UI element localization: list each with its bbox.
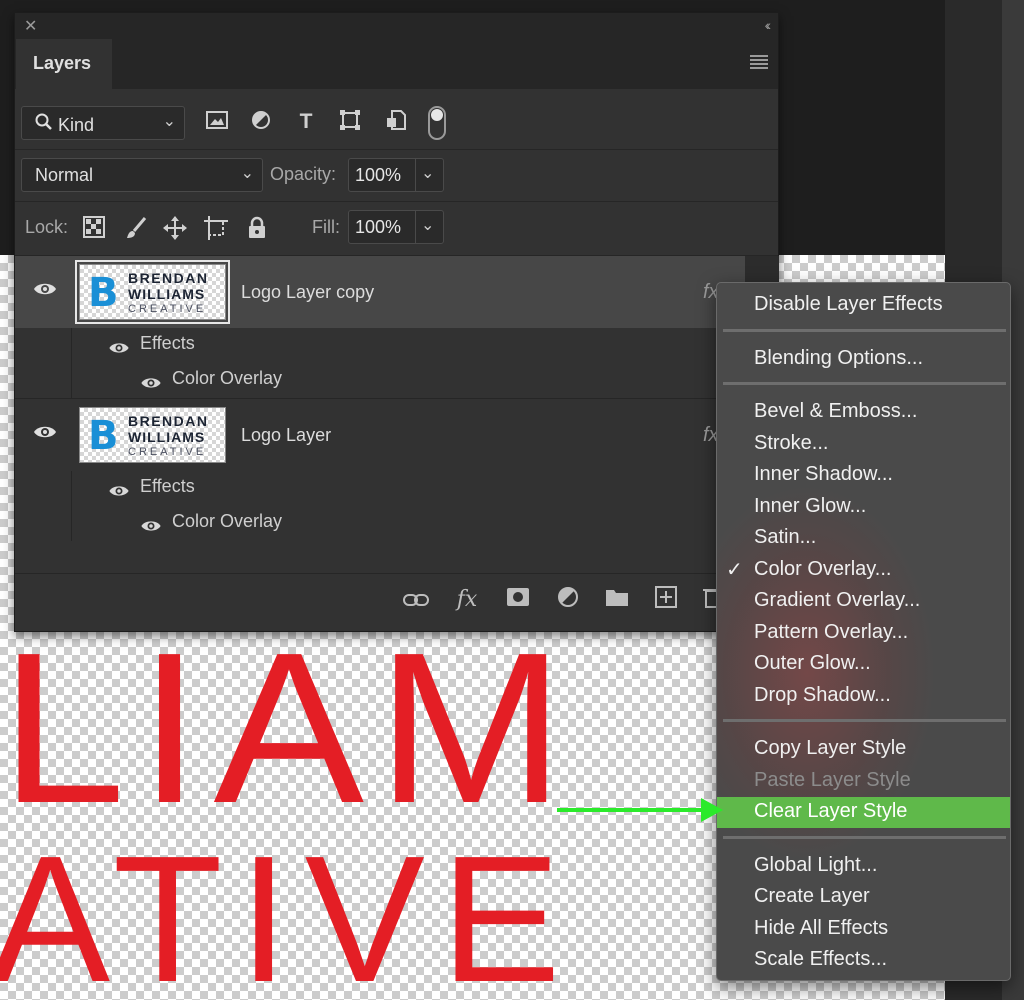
effect-color-overlay[interactable]: Color Overlay	[172, 511, 282, 532]
fill-value: 100%	[355, 217, 402, 237]
menu-separator	[723, 382, 1006, 385]
menu-item-scale-effects[interactable]: Scale Effects...	[717, 945, 1010, 976]
thumb-text-line1: BRENDAN	[128, 270, 209, 286]
layers-panel: ✕ ‹‹ Layers Kind ⌄ T Normal ⌄ Opacity: 1…	[14, 12, 779, 632]
fill-label: Fill:	[312, 217, 340, 237]
search-icon	[35, 113, 53, 136]
filter-toggle-switch[interactable]	[428, 106, 446, 140]
menu-item-stroke[interactable]: Stroke...	[717, 429, 1010, 460]
layers-list: B BRENDAN WILLIAMS CREATIVE Logo Layer c…	[15, 256, 745, 541]
annotation-arrow-head	[701, 798, 723, 822]
shape-filter-icon[interactable]	[337, 109, 363, 135]
smart-object-filter-icon[interactable]	[383, 109, 409, 135]
lock-all-icon[interactable]	[244, 216, 270, 242]
lock-label: Lock:	[25, 217, 69, 237]
opacity-field[interactable]: 100% ⌄	[348, 158, 444, 192]
new-group-folder-icon[interactable]	[603, 586, 631, 614]
effect-color-overlay[interactable]: Color Overlay	[172, 368, 282, 389]
chevron-down-icon: ⌄	[240, 165, 254, 182]
logo-b-icon: B	[88, 413, 119, 459]
collapse-icon[interactable]: ‹‹	[765, 17, 772, 33]
layer-thumbnail[interactable]: B BRENDAN WILLIAMS CREATIVE	[79, 407, 226, 463]
visibility-eye-icon[interactable]	[33, 280, 57, 303]
layer-row-logo-layer[interactable]: B BRENDAN WILLIAMS CREATIVE Logo Layer f…	[15, 399, 745, 471]
blend-mode-select[interactable]: Normal ⌄	[21, 158, 263, 192]
filter-kind-label: Kind	[58, 115, 95, 135]
canvas-text-liam: LIAM	[0, 607, 578, 848]
new-adjustment-layer-icon[interactable]	[554, 586, 582, 614]
menu-item-bevel-emboss[interactable]: Bevel & Emboss...	[717, 397, 1010, 428]
blend-mode-value: Normal	[35, 165, 94, 185]
canvas-text-ative: ATIVE	[0, 819, 577, 1000]
effects-visibility-eye-icon[interactable]	[108, 481, 130, 504]
effects-label[interactable]: Effects	[140, 476, 195, 497]
menu-separator	[723, 719, 1006, 722]
menu-item-inner-glow[interactable]: Inner Glow...	[717, 492, 1010, 523]
menu-item-disable-layer-effects[interactable]: Disable Layer Effects	[717, 290, 1010, 321]
layer-effects-group: Effects Color Overlay	[71, 328, 745, 398]
effects-label[interactable]: Effects	[140, 333, 195, 354]
menu-item-satin[interactable]: Satin...	[717, 523, 1010, 554]
type-filter-icon[interactable]: T	[293, 109, 319, 135]
menu-item-pattern-overlay[interactable]: Pattern Overlay...	[717, 618, 1010, 649]
menu-separator	[723, 328, 1006, 332]
color-overlay-eye-icon[interactable]	[140, 516, 162, 539]
close-icon[interactable]: ✕	[24, 16, 37, 36]
thumb-text-line3: CREATIVE	[128, 446, 207, 458]
annotation-arrow-shaft	[557, 808, 707, 812]
adjustment-filter-icon[interactable]	[248, 109, 274, 135]
menu-item-outer-glow[interactable]: Outer Glow...	[717, 649, 1010, 680]
menu-item-blending-options[interactable]: Blending Options...	[717, 344, 1010, 375]
thumb-text-line2: WILLIAMS	[128, 429, 206, 445]
logo-b-icon: B	[88, 270, 119, 316]
layer-name[interactable]: Logo Layer	[241, 425, 331, 446]
menu-item-hide-all-effects[interactable]: Hide All Effects	[717, 914, 1010, 945]
lock-transparent-pixels-icon[interactable]	[81, 216, 107, 242]
tab-layers[interactable]: Layers	[16, 39, 112, 89]
menu-item-paste-layer-style: Paste Layer Style	[754, 768, 911, 791]
menu-item-clear-layer-style[interactable]: Clear Layer Style	[717, 797, 1010, 828]
layer-name[interactable]: Logo Layer copy	[241, 282, 374, 303]
panel-footer: fx	[15, 573, 778, 631]
layer-effects-group: Effects Color Overlay	[71, 471, 745, 541]
chevron-down-icon[interactable]: ⌄	[421, 163, 434, 183]
panel-menu-icon[interactable]	[750, 55, 768, 71]
fill-field[interactable]: 100% ⌄	[348, 210, 444, 244]
checkmark-icon: ✓	[726, 558, 743, 581]
menu-item-global-light[interactable]: Global Light...	[717, 851, 1010, 882]
menu-item-color-overlay[interactable]: ✓ Color Overlay...	[717, 555, 1010, 586]
lock-image-pixels-icon[interactable]	[123, 216, 149, 242]
chevron-down-icon: ⌄	[162, 113, 176, 130]
thumb-text-line3: CREATIVE	[128, 303, 207, 315]
thumb-text-line1: BRENDAN	[128, 413, 209, 429]
add-mask-icon[interactable]	[504, 586, 532, 614]
filter-kind-select[interactable]: Kind ⌄	[21, 106, 185, 140]
visibility-eye-icon[interactable]	[33, 423, 57, 446]
chevron-down-icon[interactable]: ⌄	[421, 215, 434, 235]
opacity-label: Opacity:	[270, 164, 337, 184]
opacity-value: 100%	[355, 165, 402, 185]
panel-tab-bar: Layers	[15, 39, 778, 89]
effects-visibility-eye-icon[interactable]	[108, 338, 130, 361]
image-filter-icon[interactable]	[204, 109, 230, 135]
menu-item-create-layer[interactable]: Create Layer	[717, 882, 1010, 913]
link-layers-icon[interactable]	[402, 586, 430, 614]
layer-style-context-menu: Disable Layer Effects Blending Options...…	[716, 282, 1011, 981]
lock-position-icon[interactable]	[162, 216, 188, 242]
thumb-text-line2: WILLIAMS	[128, 286, 206, 302]
layer-thumbnail[interactable]: B BRENDAN WILLIAMS CREATIVE	[75, 260, 230, 324]
menu-separator	[723, 835, 1006, 839]
add-layer-style-icon[interactable]: fx	[453, 586, 481, 614]
color-overlay-eye-icon[interactable]	[140, 373, 162, 396]
new-layer-icon[interactable]	[652, 586, 680, 614]
layer-row-logo-layer-copy[interactable]: B BRENDAN WILLIAMS CREATIVE Logo Layer c…	[15, 256, 745, 328]
menu-item-gradient-overlay[interactable]: Gradient Overlay...	[717, 586, 1010, 617]
lock-artboard-icon[interactable]	[203, 216, 229, 242]
menu-item-copy-layer-style[interactable]: Copy Layer Style	[717, 734, 1010, 765]
menu-item-inner-shadow[interactable]: Inner Shadow...	[717, 460, 1010, 491]
panel-title-bar: ✕ ‹‹	[15, 13, 778, 39]
menu-item-drop-shadow[interactable]: Drop Shadow...	[717, 681, 1010, 712]
